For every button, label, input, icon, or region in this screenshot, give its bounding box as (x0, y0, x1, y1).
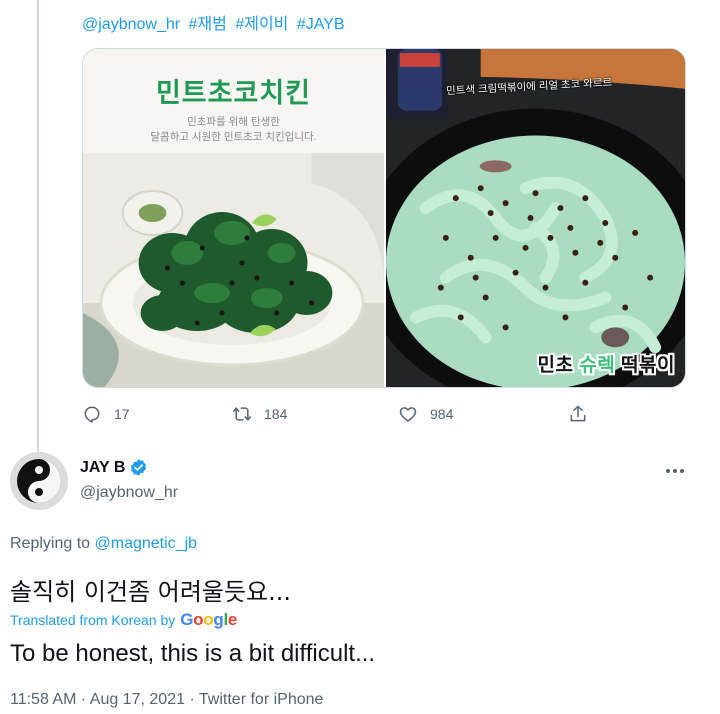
google-letter: o (193, 610, 204, 629)
tteokbokki-photo (386, 49, 685, 387)
translated-from-link[interactable]: Translated from Korean by Google (10, 610, 237, 630)
parent-tweet-actions: 17 184 984 (82, 404, 682, 428)
tweet-time-link[interactable]: 11:58 AM · Aug 17, 2021 (10, 691, 185, 708)
reply-button[interactable]: 17 (82, 404, 130, 424)
more-icon[interactable] (664, 462, 686, 480)
meta-separator: · (76, 691, 90, 708)
author-handle[interactable]: @jaybnow_hr (80, 484, 178, 502)
google-letter: e (227, 610, 238, 629)
mint-choco-tteokbokki-image[interactable]: 민트색 크림떡볶이에 리얼 초코 와르르 민초 슈렉 떡볶이 (386, 49, 685, 387)
tweet-time: 11:58 AM (10, 691, 77, 708)
meta-separator: · (184, 691, 199, 708)
parent-tweet-hashtags: @jaybnow_hr #재범 #제이비 #JAYB (82, 10, 349, 34)
google-letter: G (180, 610, 194, 629)
mint-choco-chicken-image[interactable]: 민트초코치킨 민초파를 위해 탄생한 달콤하고 시원한 민트초코 치킨입니다. (83, 49, 386, 387)
chicken-image-subtitle: 민초파를 위해 탄생한 달콤하고 시원한 민트초코 치킨입니다. (83, 115, 384, 145)
retweet-icon (232, 407, 252, 421)
tteokbokki-caption: 민초 슈렉 떡볶이 (538, 350, 675, 377)
caption-part: 떡볶이 (615, 355, 675, 376)
replying-to: Replying to @magnetic_jb (10, 535, 197, 553)
author-avatar[interactable] (10, 452, 68, 510)
reply-icon (84, 406, 100, 423)
tweet-date: Aug 17, 2021 (89, 691, 185, 708)
google-logo: Google (180, 610, 237, 630)
retweet-button[interactable]: 184 (232, 404, 287, 424)
mention-link[interactable]: @jaybnow_hr (82, 16, 180, 33)
tweet-source-link[interactable]: Twitter for iPhone (199, 691, 324, 708)
hashtag-link[interactable]: #제이비 (235, 16, 288, 33)
like-count: 984 (430, 406, 454, 422)
replying-to-label: Replying to (10, 535, 95, 552)
author-name: JAY B (80, 458, 126, 476)
google-letter: o (203, 610, 214, 629)
caption-part-highlight: 슈렉 (579, 355, 616, 376)
subtitle-line: 민초파를 위해 탄생한 (187, 116, 280, 128)
tweet-meta: 11:58 AM · Aug 17, 2021 · Twitter for iP… (10, 691, 323, 709)
chicken-image-title: 민트초코치킨 (155, 78, 312, 108)
share-icon (570, 405, 586, 422)
parent-tweet-media: 민트초코치킨 민초파를 위해 탄생한 달콤하고 시원한 민트초코 치킨입니다. (82, 48, 686, 388)
translated-label: Translated from Korean by (10, 612, 176, 628)
yin-yang-avatar (10, 452, 68, 510)
hashtag-link[interactable]: #JAYB (297, 16, 345, 33)
thread-connector-line (37, 0, 39, 452)
author-info: JAY B @jaybnow_hr (80, 458, 178, 502)
reply-count: 17 (114, 406, 130, 422)
chicken-plate-photo (83, 153, 384, 387)
replying-to-handle-link[interactable]: @magnetic_jb (95, 535, 198, 552)
author-name-link[interactable]: JAY B (80, 458, 178, 477)
translation-text: To be honest, this is a bit difficult... (10, 640, 376, 667)
verified-badge-icon (131, 459, 147, 476)
tweet-text: 솔직히 이건좀 어려울듯요... (10, 578, 292, 606)
hashtag-link[interactable]: #재범 (189, 16, 227, 33)
retweet-count: 184 (264, 406, 288, 422)
like-button[interactable]: 984 (398, 404, 453, 424)
google-letter: g (213, 610, 224, 629)
share-button[interactable] (568, 404, 600, 424)
caption-part: 민초 (537, 355, 580, 376)
subtitle-line: 달콤하고 시원한 민트초코 치킨입니다. (150, 131, 317, 143)
like-icon (399, 407, 417, 422)
